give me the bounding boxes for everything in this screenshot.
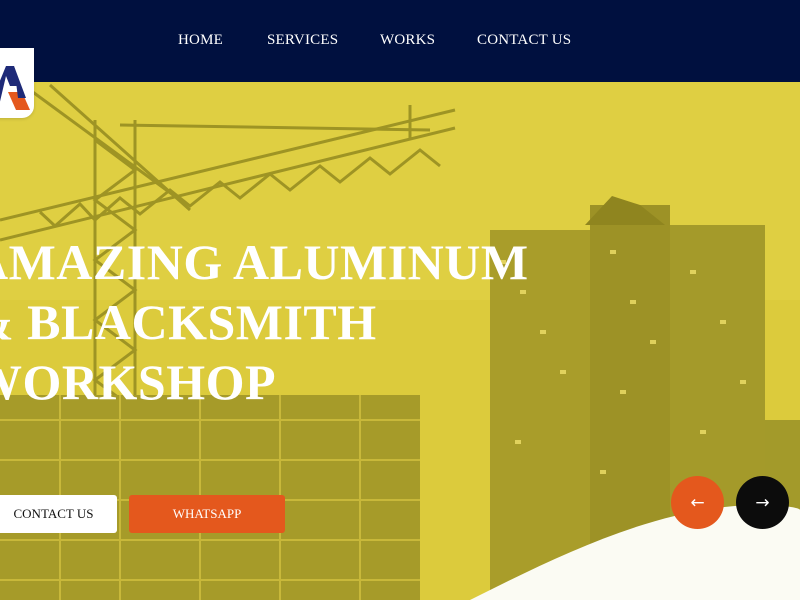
nav-works[interactable]: WORKS bbox=[380, 32, 435, 49]
logo-a-icon bbox=[0, 66, 30, 110]
whatsapp-button[interactable]: WHATSAPP bbox=[129, 495, 285, 533]
hero-headline-line-1: AMAZING ALUMINUM bbox=[0, 234, 529, 290]
nav-home[interactable]: HOME bbox=[178, 32, 223, 49]
contact-us-button[interactable]: CONTACT US bbox=[0, 495, 117, 533]
slider-next-button[interactable]: → bbox=[736, 476, 789, 529]
slider-prev-button[interactable]: ← bbox=[671, 476, 724, 529]
hero-section: AMAZING ALUMINUM & BLACKSMITH WORKSHOP C… bbox=[0, 0, 800, 600]
arrow-right-icon: → bbox=[755, 492, 770, 513]
hero-headline: AMAZING ALUMINUM & BLACKSMITH WORKSHOP bbox=[0, 232, 529, 412]
hero-headline-line-2: & BLACKSMITH bbox=[0, 294, 377, 350]
hero-headline-line-3: WORKSHOP bbox=[0, 354, 277, 410]
nav-contact-us[interactable]: CONTACT US bbox=[477, 32, 571, 49]
nav-services[interactable]: SERVICES bbox=[267, 32, 338, 49]
top-navbar: HOME SERVICES WORKS CONTACT US bbox=[0, 0, 800, 82]
arrow-left-icon: ← bbox=[690, 492, 705, 513]
site-logo[interactable] bbox=[0, 48, 34, 118]
